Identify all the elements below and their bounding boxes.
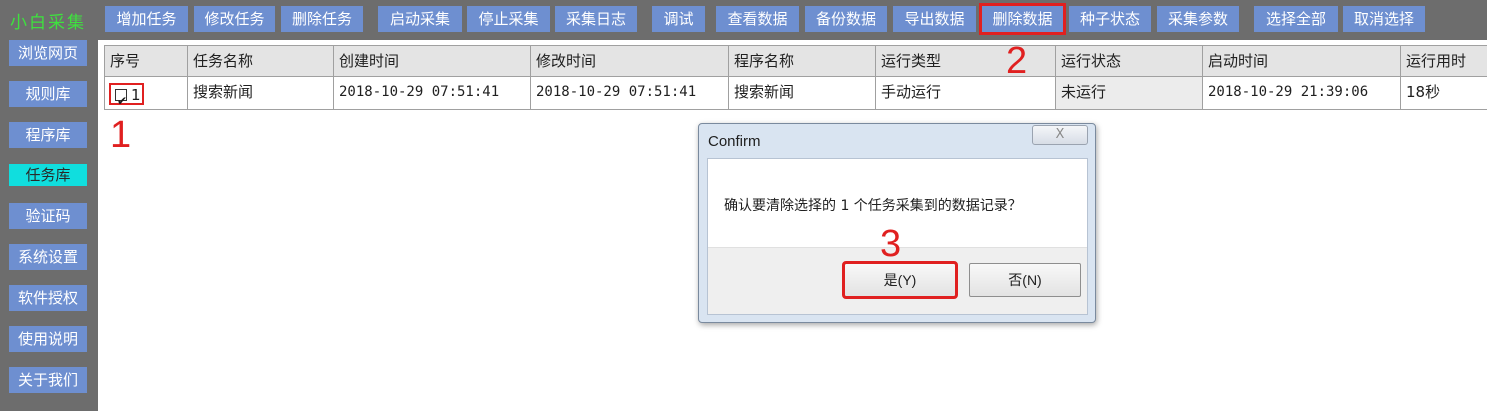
backup-data-button[interactable]: 备份数据 [805,6,887,32]
annotation-step-1: 1 [110,114,132,156]
sidebar-item-programs[interactable]: 程序库 [9,122,87,148]
column-header-start-time[interactable]: 启动时间 [1202,46,1400,76]
row-run-type: 手动运行 [875,77,1055,109]
column-header-program[interactable]: 程序名称 [728,46,875,76]
row-task-name: 搜索新闻 [187,77,333,109]
column-header-run-status[interactable]: 运行状态 [1055,46,1202,76]
sidebar-item-license[interactable]: 软件授权 [9,285,87,311]
edit-task-button[interactable]: 修改任务 [194,6,275,32]
app-logo: 小白采集 [10,13,86,33]
column-header-index[interactable]: 序号 [104,46,187,76]
row-run-status: 未运行 [1055,77,1202,109]
debug-button[interactable]: 调试 [652,6,705,32]
check-icon: ✔ [117,94,128,108]
export-data-button[interactable]: 导出数据 [893,6,976,32]
column-header-run-type[interactable]: 运行类型 [875,46,1055,76]
close-icon: X [1055,127,1065,142]
annotation-step-3: 3 [880,223,902,265]
row-checkbox[interactable]: ✔ [115,89,127,108]
column-header-modified[interactable]: 修改时间 [530,46,728,76]
sidebar-item-settings[interactable]: 系统设置 [9,244,87,270]
row-duration: 18秒 [1400,77,1487,109]
row-created: 2018-10-29 07:51:41 [333,77,530,109]
column-header-created[interactable]: 创建时间 [333,46,530,76]
top-toolbar: 小白采集 增加任务 修改任务 删除任务 启动采集 停止采集 采集日志 调试 查看… [0,0,1487,40]
crawl-params-button[interactable]: 采集参数 [1157,6,1239,32]
dialog-close-button[interactable]: X [1032,125,1088,145]
row-start-time: 2018-10-29 21:39:06 [1202,77,1400,109]
row-modified: 2018-10-29 07:51:41 [530,77,728,109]
row-select-highlight: ✔ 1 [109,83,144,108]
app-window: 小白采集 增加任务 修改任务 删除任务 启动采集 停止采集 采集日志 调试 查看… [0,0,1487,411]
dialog-title: Confirm [708,133,761,150]
dialog-message: 确认要清除选择的 1 个任务采集到的数据记录？ [724,198,1022,214]
crawl-log-button[interactable]: 采集日志 [555,6,637,32]
row-index: 1 [131,86,141,104]
sidebar-item-rules[interactable]: 规则库 [9,81,87,107]
table-row[interactable]: ✔ 1 搜索新闻 2018-10-29 07:51:41 2018-10-29 … [104,77,1487,110]
delete-task-button[interactable]: 删除任务 [281,6,363,32]
sidebar-item-help[interactable]: 使用说明 [9,326,87,352]
delete-data-button[interactable]: 删除数据 [979,3,1066,35]
stop-crawl-button[interactable]: 停止采集 [467,6,550,32]
row-program: 搜索新闻 [728,77,875,109]
deselect-all-button[interactable]: 取消选择 [1343,6,1425,32]
sidebar-item-browse[interactable]: 浏览网页 [9,40,87,66]
add-task-button[interactable]: 增加任务 [105,6,188,32]
column-header-duration[interactable]: 运行用时 [1400,46,1487,76]
sidebar: 浏览网页 规则库 程序库 任务库 验证码 系统设置 软件授权 使用说明 关于我们 [0,40,98,411]
view-data-button[interactable]: 查看数据 [716,6,799,32]
annotation-step-2: 2 [1006,40,1028,82]
sidebar-item-captcha[interactable]: 验证码 [9,203,87,229]
seed-status-button[interactable]: 种子状态 [1069,6,1151,32]
sidebar-item-tasks[interactable]: 任务库 [9,164,87,186]
start-crawl-button[interactable]: 启动采集 [378,6,462,32]
select-all-button[interactable]: 选择全部 [1254,6,1338,32]
confirm-yes-button[interactable]: 是(Y) [842,261,958,299]
table-header: 序号 任务名称 创建时间 修改时间 程序名称 运行类型 运行状态 启动时间 运行… [104,45,1487,77]
confirm-no-button[interactable]: 否(N) [969,263,1081,297]
column-header-task-name[interactable]: 任务名称 [187,46,333,76]
row-index-cell: ✔ 1 [104,77,187,109]
sidebar-item-about[interactable]: 关于我们 [9,367,87,393]
